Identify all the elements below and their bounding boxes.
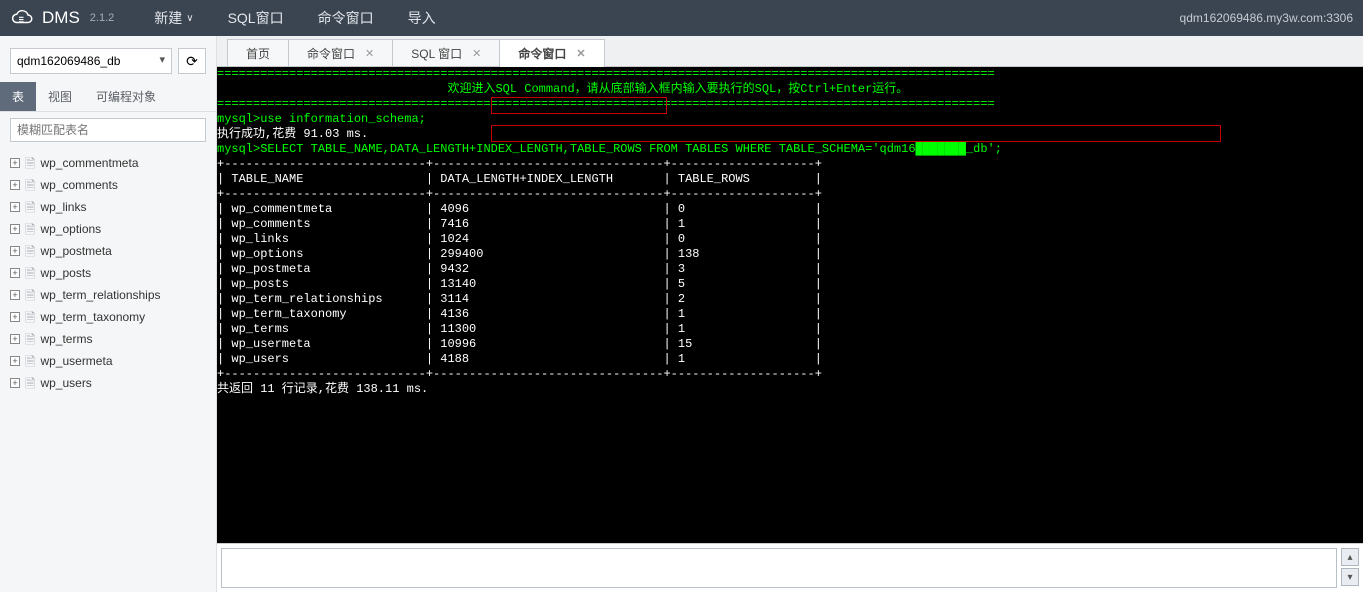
expand-icon[interactable]: + <box>10 158 20 168</box>
table-name-label: wp_usermeta <box>40 354 112 368</box>
table-icon: 🗎 <box>25 289 35 302</box>
arrow-down-icon: ▾ <box>1347 572 1352 583</box>
console-output[interactable]: ========================================… <box>217 67 1363 543</box>
sidebar: qdm162069486_db ⟳ 表视图可编程对象 + 🗎 wp_commentm… <box>0 36 217 592</box>
table-name-label: wp_comments <box>40 178 117 192</box>
tabs-bar: 首页 命令窗口 ✕ SQL 窗口 ✕ 命令窗口 ✕ <box>217 36 1363 67</box>
sidebar-tab[interactable]: 视图 <box>36 82 84 111</box>
table-name-label: wp_options <box>40 222 101 236</box>
tab-label: 命令窗口 <box>307 45 355 62</box>
editor-tab[interactable]: 首页 <box>227 39 289 66</box>
expand-icon[interactable]: + <box>10 202 20 212</box>
editor-tab[interactable]: 命令窗口 ✕ <box>288 39 393 66</box>
expand-icon[interactable]: + <box>10 378 20 388</box>
refresh-button[interactable]: ⟳ <box>178 48 206 74</box>
table-icon: 🗎 <box>25 201 35 214</box>
history-down-button[interactable]: ▾ <box>1341 568 1359 586</box>
table-icon: 🗎 <box>25 223 35 236</box>
table-tree-item[interactable]: + 🗎 wp_options <box>0 218 216 240</box>
table-name-label: wp_postmeta <box>40 244 111 258</box>
tab-label: 命令窗口 <box>518 45 566 62</box>
table-tree-item[interactable]: + 🗎 wp_posts <box>0 262 216 284</box>
expand-icon[interactable]: + <box>10 224 20 234</box>
app-name: DMS <box>42 8 80 28</box>
expand-icon[interactable]: + <box>10 312 20 322</box>
close-icon[interactable]: ✕ <box>576 47 585 60</box>
table-tree-item[interactable]: + 🗎 wp_postmeta <box>0 240 216 262</box>
app-version: 2.1.2 <box>90 12 114 24</box>
history-up-button[interactable]: ▴ <box>1341 548 1359 566</box>
editor-tab[interactable]: SQL 窗口 ✕ <box>392 39 500 66</box>
expand-icon[interactable]: + <box>10 180 20 190</box>
table-name-label: wp_terms <box>40 332 92 346</box>
connection-info: qdm162069486.my3w.com:3306 <box>1180 11 1353 25</box>
table-icon: 🗎 <box>25 245 35 258</box>
expand-icon[interactable]: + <box>10 334 20 344</box>
table-name-label: wp_users <box>40 376 91 390</box>
command-input[interactable] <box>221 548 1337 588</box>
table-icon: 🗎 <box>25 157 35 170</box>
table-icon: 🗎 <box>25 377 35 390</box>
main-area: 首页 命令窗口 ✕ SQL 窗口 ✕ 命令窗口 ✕ ====================… <box>217 36 1363 592</box>
table-icon: 🗎 <box>25 267 35 280</box>
expand-icon[interactable]: + <box>10 290 20 300</box>
arrow-up-icon: ▴ <box>1347 552 1352 563</box>
top-menu-item[interactable]: 导入 <box>408 8 436 28</box>
top-menu-item[interactable]: SQL窗口 <box>228 8 284 28</box>
table-tree-item[interactable]: + 🗎 wp_links <box>0 196 216 218</box>
refresh-icon: ⟳ <box>186 53 198 70</box>
table-name-label: wp_term_relationships <box>40 288 160 302</box>
database-select[interactable]: qdm162069486_db <box>10 48 172 74</box>
table-name-label: wp_posts <box>40 266 91 280</box>
tab-label: SQL 窗口 <box>411 45 462 62</box>
expand-icon[interactable]: + <box>10 246 20 256</box>
table-name-label: wp_term_taxonomy <box>40 310 145 324</box>
top-header: DMS 2.1.2 新建∨ SQL窗口 命令窗口 导入 qdm162069486.my… <box>0 0 1363 36</box>
table-tree-item[interactable]: + 🗎 wp_users <box>0 372 216 394</box>
close-icon[interactable]: ✕ <box>472 47 481 60</box>
command-input-bar: ▴ ▾ <box>217 543 1363 592</box>
table-icon: 🗎 <box>25 355 35 368</box>
top-menu-item[interactable]: 新建∨ <box>154 8 193 28</box>
table-tree-item[interactable]: + 🗎 wp_usermeta <box>0 350 216 372</box>
expand-icon[interactable]: + <box>10 356 20 366</box>
sidebar-tabs: 表视图可编程对象 <box>0 82 216 112</box>
table-name-label: wp_links <box>40 200 86 214</box>
editor-tab[interactable]: 命令窗口 ✕ <box>499 39 604 67</box>
table-icon: 🗎 <box>25 179 35 192</box>
database-select-value: qdm162069486_db <box>17 54 120 68</box>
table-name-label: wp_commentmeta <box>40 156 138 170</box>
close-icon[interactable]: ✕ <box>365 47 374 60</box>
cloud-db-icon <box>10 9 34 27</box>
sidebar-tab[interactable]: 表 <box>0 82 36 111</box>
table-tree-item[interactable]: + 🗎 wp_terms <box>0 328 216 350</box>
table-tree-item[interactable]: + 🗎 wp_term_taxonomy <box>0 306 216 328</box>
table-tree-item[interactable]: + 🗎 wp_commentmeta <box>0 152 216 174</box>
top-menu-item[interactable]: 命令窗口 <box>318 8 374 28</box>
table-icon: 🗎 <box>25 311 35 324</box>
logo-block: DMS 2.1.2 <box>10 8 114 28</box>
sidebar-tab[interactable]: 可编程对象 <box>84 82 168 111</box>
table-tree-item[interactable]: + 🗎 wp_term_relationships <box>0 284 216 306</box>
top-menu: 新建∨ SQL窗口 命令窗口 导入 <box>154 8 435 28</box>
table-tree: +🗎wp_commentmeta+🗎wp_comments+🗎wp_links+… <box>0 148 216 398</box>
chevron-down-icon: ∨ <box>186 13 193 24</box>
table-filter-input[interactable] <box>10 118 206 142</box>
table-icon: 🗎 <box>25 333 35 346</box>
expand-icon[interactable]: + <box>10 268 20 278</box>
table-tree-item[interactable]: + 🗎 wp_comments <box>0 174 216 196</box>
tab-label: 首页 <box>246 45 270 62</box>
